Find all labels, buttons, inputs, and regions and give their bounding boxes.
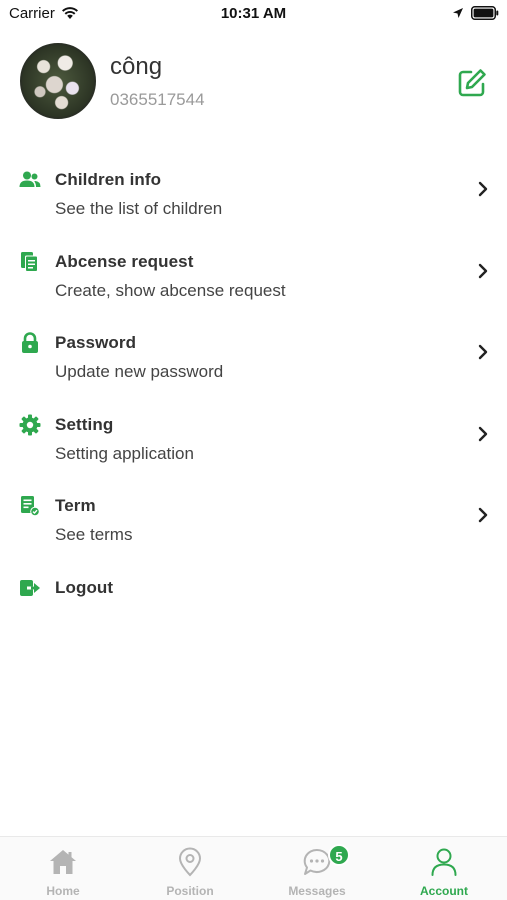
home-icon (50, 850, 76, 874)
children-icon (19, 169, 41, 191)
menu-item-subtitle: Create, show abcense request (55, 280, 286, 300)
account-menu: Children info See the list of children A… (0, 160, 507, 649)
menu-item-logout[interactable]: Logout (0, 568, 507, 650)
menu-item-setting[interactable]: Setting Setting application (0, 405, 507, 487)
logout-icon (19, 577, 41, 599)
status-bar: Carrier 10:31 AM (0, 0, 507, 28)
menu-item-abcense-request[interactable]: Abcense request Create, show abcense req… (0, 242, 507, 324)
tab-label: Messages (288, 884, 346, 898)
chevron-right-icon (478, 263, 488, 278)
avatar[interactable] (20, 43, 96, 119)
menu-item-title: Setting (55, 414, 114, 434)
chevron-right-icon (478, 344, 488, 360)
clock: 10:31 AM (220, 5, 287, 22)
tab-label: Position (166, 884, 214, 898)
tab-position[interactable]: Position (127, 837, 253, 900)
messages-badge: 5 (328, 844, 350, 866)
menu-item-title: Logout (55, 577, 114, 597)
menu-item-term[interactable]: Term See terms (0, 486, 507, 568)
menu-item-password[interactable]: Password Update new password (0, 323, 507, 405)
bottom-tab-bar: Home Position 5 Messages Account (0, 836, 507, 900)
tab-label: Account (420, 884, 468, 898)
profile-phone: 0365517544 (110, 90, 205, 109)
battery-icon (471, 6, 499, 20)
term-icon (19, 495, 41, 517)
menu-item-children-info[interactable]: Children info See the list of children (0, 160, 507, 242)
menu-item-title: Password (55, 333, 137, 352)
menu-item-subtitle: Update new password (55, 362, 224, 381)
user-icon (431, 848, 457, 876)
location-pin-icon (178, 847, 202, 877)
profile-name: công (110, 53, 163, 80)
location-arrow-icon (453, 8, 463, 18)
tab-messages[interactable]: 5 Messages (254, 837, 380, 900)
tab-account[interactable]: Account (381, 837, 507, 900)
profile-header: công 0365517544 (0, 43, 507, 123)
documents-icon (19, 251, 41, 273)
tab-label: Home (46, 884, 80, 898)
edit-icon (458, 69, 486, 97)
lock-icon (19, 332, 41, 354)
menu-item-title: Children info (55, 170, 162, 189)
menu-item-title: Term (55, 496, 96, 515)
edit-profile-button[interactable] (454, 65, 490, 101)
menu-item-subtitle: See terms (55, 525, 133, 544)
menu-item-title: Abcense request (55, 251, 194, 271)
chevron-right-icon (478, 507, 488, 523)
chevron-right-icon (478, 181, 488, 197)
chevron-right-icon (478, 426, 488, 441)
tab-home[interactable]: Home (0, 837, 126, 900)
menu-item-subtitle: Setting application (55, 443, 194, 463)
menu-item-subtitle: See the list of children (55, 199, 223, 218)
gear-icon (19, 414, 41, 436)
